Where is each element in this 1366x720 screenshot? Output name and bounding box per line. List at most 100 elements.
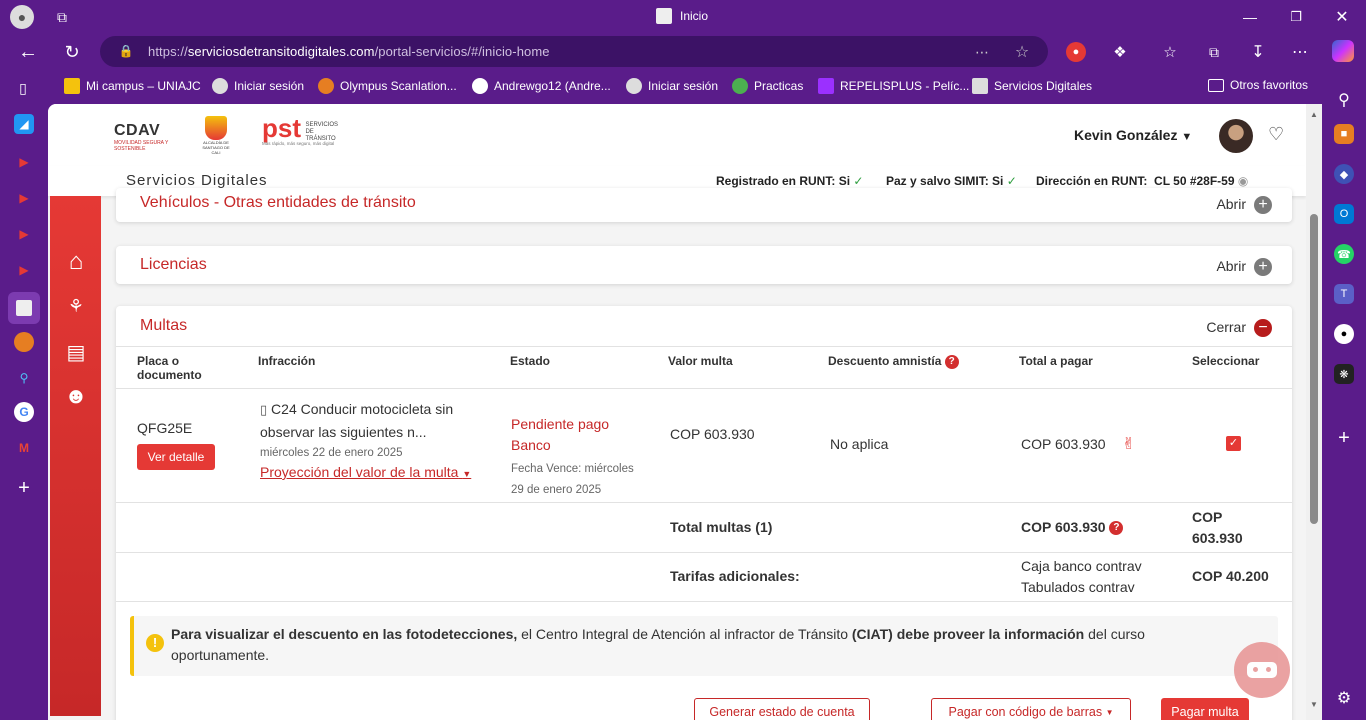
minimize-icon[interactable]: —	[1240, 7, 1260, 27]
sidebar-toggle-icon[interactable]: ▯	[14, 80, 32, 96]
add-icon[interactable]: +	[1334, 427, 1354, 449]
downloads-icon[interactable]: ↧	[1248, 42, 1268, 62]
plus-icon[interactable]: +	[1254, 258, 1272, 276]
profile-icon[interactable]: ●	[10, 5, 34, 29]
favorite-item[interactable]: Servicios Digitales	[972, 78, 1092, 94]
folder-icon	[1208, 78, 1224, 92]
bell-icon[interactable]: ♡	[1268, 124, 1284, 145]
youtube-icon[interactable]: ▶	[14, 152, 34, 172]
tarifas-value: COP 40.200	[1192, 568, 1269, 584]
ver-detalle-button[interactable]: Ver detalle	[137, 444, 215, 470]
search-icon[interactable]: ⚲	[1334, 90, 1354, 110]
scroll-up-icon[interactable]: ▲	[1310, 110, 1318, 119]
google-icon[interactable]: G	[14, 402, 34, 422]
avatar[interactable]	[1219, 119, 1253, 153]
col-header: Estado	[510, 354, 551, 368]
section-vehiculos[interactable]: Vehículos - Otras entidades de tránsito …	[116, 188, 1292, 222]
site-nav: ⌂ ⚘ ▤ ☻	[50, 196, 101, 716]
address-bar[interactable]: 🔒 https://serviciosdetransitodigitales.c…	[100, 36, 1048, 67]
browser-title-bar: ● ⧉ Inicio — ❐ ✕	[0, 0, 1366, 34]
descuento-value: No aplica	[830, 436, 889, 452]
fecha-vence: Fecha Vence: miércoles 29 de enero 2025	[511, 463, 634, 496]
generar-estado-button[interactable]: Generar estado de cuenta	[694, 698, 870, 720]
site-header: CDAV MOVILIDAD SEGURA Y SOSTENIBLE ALCAL…	[48, 104, 1306, 166]
favorite-item[interactable]: Mi campus – UNIAJC	[64, 78, 201, 94]
warning-icon: !	[146, 634, 164, 652]
scrollbar-thumb[interactable]	[1310, 214, 1318, 524]
youtube-icon[interactable]: ▶	[14, 224, 34, 244]
other-favorites[interactable]: Otros favoritos	[1208, 78, 1308, 92]
open-label[interactable]: Abrir	[1216, 196, 1246, 212]
copilot-icon[interactable]	[1332, 40, 1354, 62]
chatgpt-icon[interactable]: ❋	[1334, 364, 1354, 384]
col-header: Total a pagar	[1019, 354, 1093, 368]
infraccion-date: miércoles 22 de enero 2025	[260, 447, 403, 459]
pagar-multa-button[interactable]: Pagar multa	[1161, 698, 1249, 720]
codigo-barras-button[interactable]: Pagar con código de barras ▼	[931, 698, 1131, 720]
collections-icon[interactable]: ⧉	[1204, 42, 1224, 62]
close-label[interactable]: Cerrar	[1206, 319, 1246, 335]
lock-icon[interactable]: 🔒	[118, 42, 134, 60]
extensions-icon[interactable]: ❖	[1110, 42, 1130, 62]
favorites-icon[interactable]: ☆	[1160, 42, 1180, 62]
favorite-item[interactable]: Olympus Scanlation...	[318, 78, 457, 94]
toolkit-icon[interactable]: ■	[1334, 124, 1354, 144]
page-scrollbar[interactable]: ▲ ▼	[1306, 104, 1322, 720]
github-icon[interactable]: ●	[1334, 324, 1354, 344]
plus-icon[interactable]: +	[1254, 196, 1272, 214]
help-icon[interactable]: ?	[1109, 521, 1124, 536]
placa-value: QFG25E	[137, 420, 193, 436]
favicon-icon	[626, 78, 642, 94]
outlook-icon[interactable]: O	[1334, 204, 1354, 224]
reader-icon[interactable]: ⋯	[972, 42, 992, 62]
youtube-icon[interactable]: ▶	[14, 260, 34, 280]
help-icon[interactable]: ?	[944, 354, 959, 369]
valor-multa: COP 603.930	[670, 426, 755, 442]
accessibility-icon[interactable]: ☻	[62, 382, 90, 410]
open-label[interactable]: Abrir	[1216, 258, 1246, 274]
youtube-icon[interactable]: ▶	[14, 188, 34, 208]
settings-icon[interactable]: ⚙	[1334, 688, 1354, 708]
vehicle-icon[interactable]: ⚘	[62, 292, 90, 320]
olympus-icon[interactable]	[14, 332, 34, 352]
pay-hand-icon[interactable]: ✌	[1122, 434, 1135, 454]
favorite-item[interactable]: Andrewgo12 (Andre...	[472, 78, 611, 94]
favorite-item[interactable]: Iniciar sesión	[626, 78, 718, 94]
whatsapp-icon[interactable]: ☎	[1334, 244, 1354, 264]
scroll-down-icon[interactable]: ▼	[1310, 700, 1318, 709]
workspaces-icon[interactable]: ⧉	[52, 7, 72, 27]
add-icon[interactable]: +	[14, 477, 34, 499]
total-multas-value: COP 603.930 ?	[1021, 519, 1124, 536]
favorite-item[interactable]: Iniciar sesión	[212, 78, 304, 94]
active-tab-icon[interactable]	[8, 292, 40, 324]
gmail-icon[interactable]: M	[14, 438, 34, 458]
info-alert: ! Para visualizar el descuento en las fo…	[130, 616, 1278, 676]
check-icon: ✓	[853, 174, 864, 188]
close-icon[interactable]: ✕	[1332, 7, 1352, 27]
favorite-item[interactable]: REPELISPLUS - Pelíc...	[818, 78, 969, 94]
minus-icon[interactable]: −	[1254, 319, 1272, 337]
tab-title: Inicio	[680, 9, 709, 23]
extension-red-icon[interactable]: ●	[1066, 42, 1086, 62]
select-checkbox[interactable]: ✓	[1226, 436, 1241, 451]
document-icon[interactable]: ▤	[62, 338, 90, 366]
proyeccion-link[interactable]: Proyección del valor de la multa ▼	[260, 464, 471, 480]
star-icon[interactable]: ☆	[1012, 42, 1032, 62]
active-tab[interactable]: Inicio	[656, 8, 708, 24]
refresh-icon[interactable]: ↻	[60, 41, 84, 63]
col-header: Placa o documento	[137, 354, 202, 382]
favorite-item[interactable]: Practicas	[732, 78, 803, 94]
menu-icon[interactable]: ⋯	[1290, 42, 1310, 62]
section-title: Vehículos - Otras entidades de tránsito	[140, 194, 416, 211]
chatbot-button[interactable]	[1234, 642, 1290, 698]
teams-icon[interactable]: T	[1334, 284, 1354, 304]
copilot-icon[interactable]: ◆	[1334, 164, 1354, 184]
user-menu[interactable]: Kevin González ▼	[1074, 127, 1192, 143]
sidebar-app-icon[interactable]: ◢	[14, 114, 34, 134]
section-licencias[interactable]: Licencias Abrir +	[116, 246, 1292, 284]
eye-icon[interactable]: ◉	[1238, 174, 1248, 188]
back-icon[interactable]: ←	[16, 41, 40, 63]
home-icon[interactable]: ⌂	[62, 248, 90, 276]
restore-icon[interactable]: ❐	[1286, 7, 1306, 27]
search-icon[interactable]: ⚲	[14, 368, 34, 388]
